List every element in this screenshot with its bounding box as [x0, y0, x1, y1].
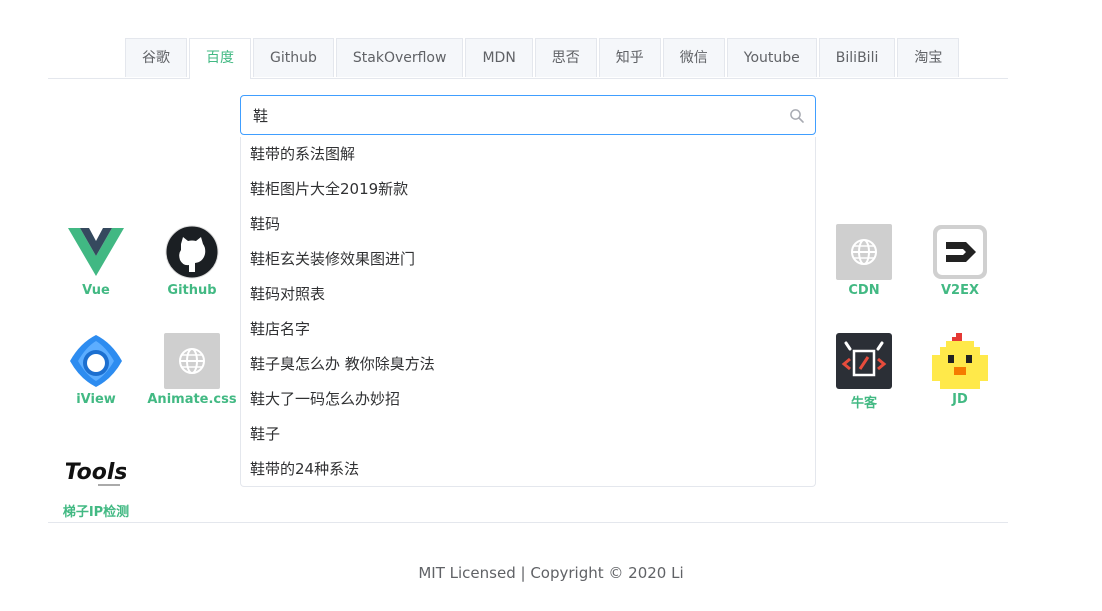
globe-icon: [836, 224, 892, 280]
site-label: Vue: [82, 283, 110, 298]
globe-icon: [164, 333, 220, 389]
iview-logo-icon: [68, 333, 124, 389]
nowcoder-logo-icon: [836, 333, 892, 389]
suggestion-item[interactable]: 鞋店名字: [241, 312, 815, 347]
tab-百度[interactable]: 百度: [189, 38, 251, 79]
site-vue[interactable]: Vue: [48, 224, 144, 298]
site-label: JD: [952, 392, 968, 407]
tab-stakoverflow[interactable]: StakOverflow: [335, 38, 464, 77]
site-label: CDN: [848, 283, 880, 298]
site-label: Github: [167, 283, 217, 298]
search-input[interactable]: [241, 96, 795, 134]
suggestion-item[interactable]: 鞋带的系法图解: [241, 137, 815, 172]
site-jd[interactable]: JD: [912, 333, 1008, 407]
tab-淘宝[interactable]: 淘宝: [897, 38, 960, 77]
site-label: iView: [76, 392, 116, 407]
suggestion-item[interactable]: 鞋柜玄关装修效果图进门: [241, 242, 815, 277]
tab-bilibili[interactable]: BiliBili: [818, 38, 896, 77]
site-github[interactable]: Github: [144, 224, 240, 298]
tab-谷歌[interactable]: 谷歌: [125, 38, 187, 77]
v2ex-logo-icon: [932, 224, 988, 280]
footer-divider: [48, 522, 1008, 523]
site-iview[interactable]: iView: [48, 333, 144, 407]
search-icon[interactable]: [789, 108, 805, 124]
tab-row: 谷歌 百度 Github StakOverflow MDN 思否 知乎 微信 Youtube Bi…: [125, 38, 961, 79]
tab-微信[interactable]: 微信: [662, 38, 725, 77]
site-tools[interactable]: Tools 梯子IP检测: [48, 442, 144, 520]
site-cdn[interactable]: CDN: [816, 224, 912, 298]
suggestion-item[interactable]: 鞋子臭怎么办 教你除臭方法: [241, 347, 815, 382]
site-label: 牛客: [850, 396, 877, 411]
tab-youtube[interactable]: Youtube: [726, 38, 817, 77]
suggestion-dropdown: 鞋带的系法图解 鞋柜图片大全2019新款 鞋码 鞋柜玄关装修效果图进门 鞋码对照表 鞋店名…: [240, 137, 816, 487]
search-box[interactable]: [240, 95, 816, 135]
site-v2ex[interactable]: V2EX: [912, 224, 1008, 298]
suggestion-item[interactable]: 鞋大了一码怎么办妙招: [241, 382, 815, 417]
jd-mascot-icon: [932, 333, 988, 389]
suggestion-item[interactable]: 鞋柜图片大全2019新款: [241, 172, 815, 207]
site-label: V2EX: [940, 283, 979, 298]
suggestion-item[interactable]: 鞋码对照表: [241, 277, 815, 312]
suggestion-item[interactable]: 鞋子: [241, 417, 815, 452]
tools-logo-icon: Tools: [64, 442, 128, 498]
site-label: Animate.css: [147, 392, 237, 407]
github-logo-icon: [164, 224, 220, 280]
tab-github[interactable]: Github: [253, 38, 334, 77]
vue-logo-icon: [68, 224, 124, 280]
suggestion-item[interactable]: 鞋带的24种系法: [241, 452, 815, 487]
search-engine-tabs: 谷歌 百度 Github StakOverflow MDN 思否 知乎 微信 Youtube Bi…: [48, 38, 1008, 79]
footer-text: MIT Licensed | Copyright © 2020 Li: [418, 564, 684, 582]
tab-知乎[interactable]: 知乎: [598, 38, 661, 77]
site-animate[interactable]: Animate.css: [144, 333, 240, 407]
suggestion-item[interactable]: 鞋码: [241, 207, 815, 242]
site-nowcoder[interactable]: 牛客: [816, 333, 912, 411]
tab-mdn[interactable]: MDN: [465, 38, 533, 77]
svg-text:Tools: Tools: [66, 460, 126, 485]
tab-思否[interactable]: 思否: [534, 38, 597, 77]
site-label: 梯子IP检测: [62, 505, 130, 520]
